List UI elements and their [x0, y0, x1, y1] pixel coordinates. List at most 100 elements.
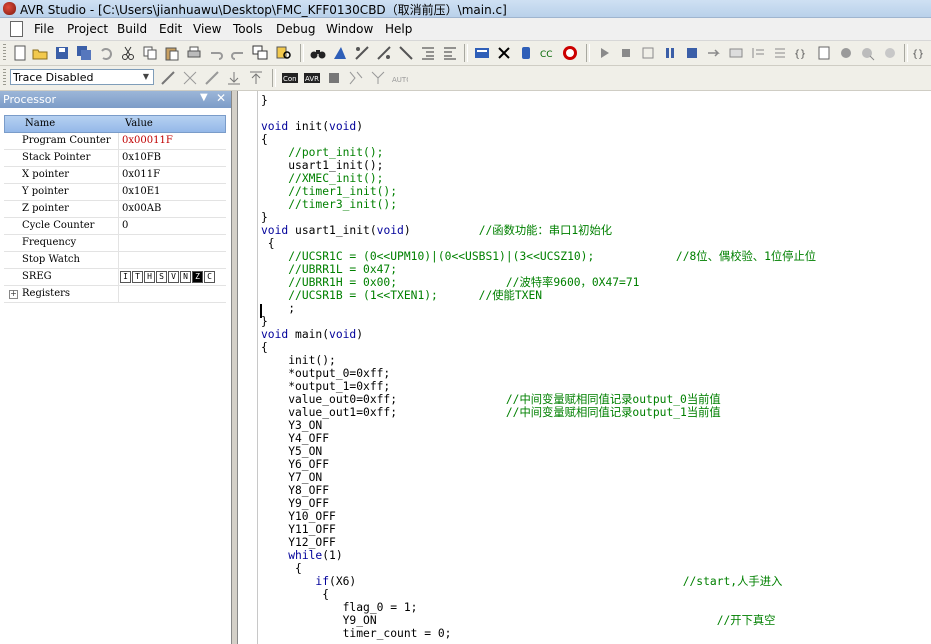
code-line[interactable]: //UBRR1L = 0x47;	[261, 263, 397, 276]
pause-icon[interactable]	[662, 45, 678, 61]
code-line[interactable]: usart1_init();	[261, 159, 383, 172]
menu-view[interactable]: View	[187, 21, 227, 37]
document-icon[interactable]	[10, 21, 23, 37]
indent-icon[interactable]	[420, 45, 436, 61]
sreg-flag-t[interactable]: T	[132, 271, 143, 283]
code-line[interactable]: Y8_OFF	[261, 484, 329, 497]
code-line[interactable]: value_out1=0xff; //中间变量赋相同值记录output_1当前值	[261, 406, 721, 419]
register-row[interactable]: Z pointer 0x00AB	[4, 201, 226, 218]
save-all-icon[interactable]	[76, 45, 92, 61]
code-line[interactable]: Y12_OFF	[261, 536, 336, 549]
next-bookmark-icon[interactable]	[376, 45, 392, 61]
code-line[interactable]: *output_1=0xff;	[261, 380, 390, 393]
remove-breakpoints-icon[interactable]	[860, 45, 876, 61]
copy-icon[interactable]	[142, 45, 158, 61]
pin-dropdown-icon[interactable]: ▼	[200, 92, 208, 103]
code-line[interactable]: //port_init();	[261, 146, 383, 159]
expand-icon[interactable]: +	[9, 290, 18, 299]
code-line[interactable]: if(X6) //start,人手进入	[261, 575, 782, 588]
code-line[interactable]: {	[261, 562, 302, 575]
con-view-icon[interactable]: Con	[282, 70, 298, 86]
code-line[interactable]: timer_count = 0;	[261, 627, 452, 640]
undo-arrow-icon[interactable]	[208, 45, 224, 61]
code-editor[interactable]: } void init(void){ //port_init(); usart1_…	[237, 91, 931, 644]
step-out-icon[interactable]	[728, 45, 744, 61]
register-row[interactable]: Program Counter 0x00011F	[4, 133, 226, 150]
menu-edit[interactable]: Edit	[153, 21, 188, 37]
code-line[interactable]: //UBRR1H = 0x00; //波特率9600，0X47=71	[261, 276, 639, 289]
code-line[interactable]: while(1)	[261, 549, 342, 562]
debug-emulator-icon[interactable]	[562, 45, 578, 61]
code-line[interactable]: void usart1_init(void) //函数功能：串口1初始化	[261, 224, 612, 237]
compile-icon[interactable]	[496, 45, 512, 61]
sreg-flag-i[interactable]: I	[120, 271, 131, 283]
trace-up-icon[interactable]	[248, 70, 264, 86]
sreg-flag-c[interactable]: C	[204, 271, 215, 283]
row-value[interactable]: 0	[122, 220, 128, 231]
column-value-header[interactable]: Value	[125, 118, 153, 129]
register-row[interactable]: Cycle Counter 0	[4, 218, 226, 235]
menu-project[interactable]: Project	[61, 21, 114, 37]
code-line[interactable]: Y3_ON	[261, 419, 322, 432]
run-to-cursor-icon[interactable]	[750, 45, 766, 61]
code-line[interactable]: //timer1_init();	[261, 185, 397, 198]
avr-view-icon[interactable]: AVR	[304, 70, 320, 86]
watch-icon[interactable]: {}	[912, 45, 928, 61]
menu-file[interactable]: File	[28, 21, 60, 37]
sreg-flag-h[interactable]: H	[144, 271, 155, 283]
open-folder-icon[interactable]	[32, 45, 48, 61]
sreg-flag-v[interactable]: V	[168, 271, 179, 283]
menu-debug[interactable]: Debug	[270, 21, 321, 37]
code-line[interactable]: //XMEC_init();	[261, 172, 383, 185]
code-line[interactable]: }	[261, 94, 268, 107]
branch-icon[interactable]	[370, 70, 386, 86]
code-line[interactable]: {	[261, 133, 268, 146]
io-view-icon[interactable]	[348, 70, 364, 86]
code-line[interactable]: Y5_ON	[261, 445, 322, 458]
code-line[interactable]: Y4_OFF	[261, 432, 329, 445]
code-line[interactable]: {	[261, 237, 275, 250]
auto-icon[interactable]: AUTO	[392, 70, 408, 86]
binoculars-icon[interactable]	[310, 45, 326, 61]
code-line[interactable]: ;	[261, 302, 295, 315]
breakpoint-icon[interactable]	[838, 45, 854, 61]
code-line[interactable]: void main(void)	[261, 328, 363, 341]
quickwatch-icon[interactable]	[882, 45, 898, 61]
close-icon[interactable]: ✕	[216, 91, 226, 105]
prev-bookmark-icon[interactable]	[398, 45, 414, 61]
window-cascade-icon[interactable]	[252, 45, 268, 61]
toolbar-grip[interactable]	[3, 44, 6, 62]
code-line[interactable]: Y6_OFF	[261, 458, 329, 471]
sreg-flag-z[interactable]: Z	[192, 271, 203, 283]
new-file-icon[interactable]	[12, 45, 28, 61]
programmer-icon[interactable]	[518, 45, 534, 61]
toolbar-grip[interactable]	[3, 69, 6, 87]
chip-icon[interactable]	[326, 70, 342, 86]
code-line[interactable]: init();	[261, 354, 336, 367]
register-row[interactable]: Stack Pointer 0x10FB	[4, 150, 226, 167]
sreg-flag-s[interactable]: S	[156, 271, 167, 283]
build-icon[interactable]	[474, 45, 490, 61]
stop-icon[interactable]	[618, 45, 634, 61]
sreg-row[interactable]: SREG ITHSVNZC	[4, 269, 226, 286]
row-value[interactable]: 0x00011F	[122, 135, 173, 146]
auto-step-icon[interactable]	[772, 45, 788, 61]
print-icon[interactable]	[186, 45, 202, 61]
find-in-files-icon[interactable]	[276, 45, 292, 61]
code-line[interactable]: {	[261, 341, 268, 354]
redo-arrow-icon[interactable]	[230, 45, 246, 61]
menu-tools[interactable]: Tools	[227, 21, 269, 37]
code-line[interactable]: void init(void)	[261, 120, 363, 133]
menu-build[interactable]: Build	[111, 21, 153, 37]
register-row[interactable]: Y pointer 0x10E1	[4, 184, 226, 201]
paste-icon[interactable]	[164, 45, 180, 61]
row-value[interactable]: 0x00AB	[122, 203, 161, 214]
chevron-down-icon[interactable]: ▼	[139, 70, 153, 84]
braces-icon[interactable]: {}	[794, 45, 810, 61]
undo-icon[interactable]	[98, 45, 114, 61]
run-icon[interactable]	[596, 45, 612, 61]
trace-down-icon[interactable]	[226, 70, 242, 86]
trace-toggle-icon[interactable]	[160, 70, 176, 86]
code-line[interactable]: {	[261, 588, 329, 601]
row-value[interactable]: 0x011F	[122, 169, 160, 180]
